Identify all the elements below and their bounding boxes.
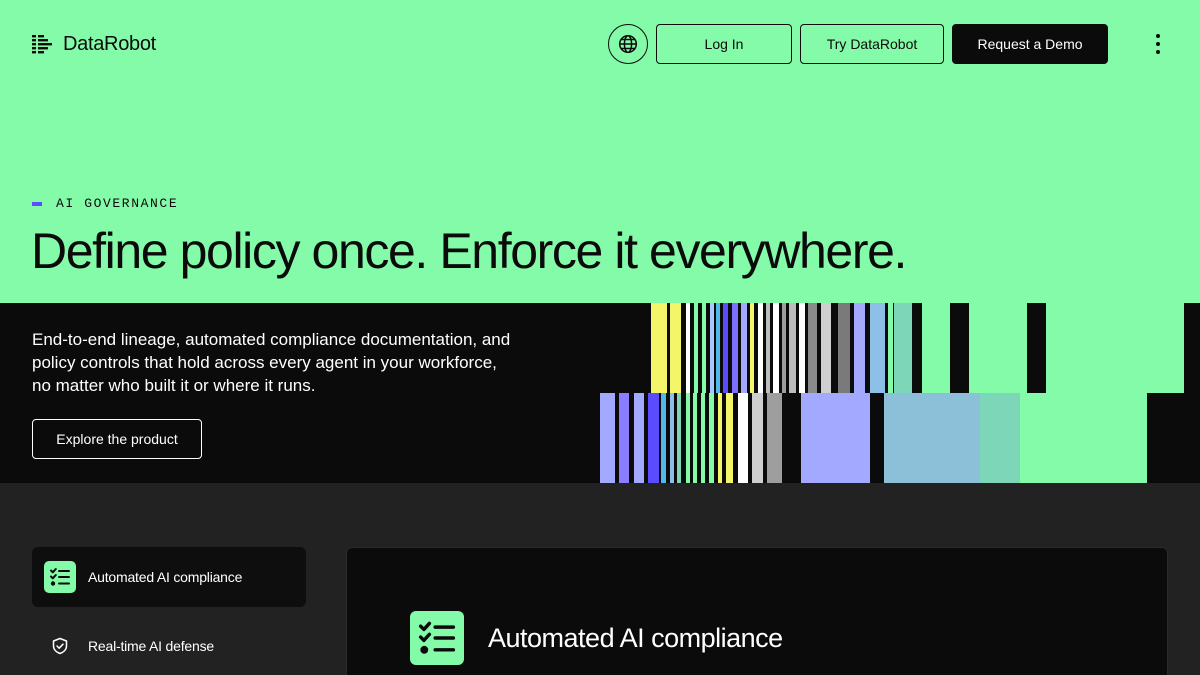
page-title: Define policy once. Enforce it everywher… [31,223,907,279]
explore-product-button[interactable]: Explore the product [32,419,202,459]
feature-panel-title: Automated AI compliance [488,623,783,653]
features-section: Automated AI compliance Real-time AI def… [0,483,1200,675]
sidebar-item-realtime-defense[interactable]: Real-time AI defense [32,616,306,675]
kebab-menu-icon[interactable] [1146,28,1170,60]
logo[interactable]: DataRobot [32,33,156,56]
logo-text: DataRobot [63,33,156,55]
hero-description: End-to-end lineage, automated compliance… [32,330,511,395]
shield-check-icon [44,630,76,662]
sidebar-item-automated-compliance[interactable]: Automated AI compliance [32,547,306,607]
feature-panel: Automated AI compliance [346,547,1168,675]
globe-icon [618,34,638,54]
language-button[interactable] [608,24,648,64]
hero-top: DataRobot Log In Try DataRobot Request a… [0,0,1200,303]
hero-band: End-to-end lineage, automated compliance… [0,303,1200,483]
eyebrow: AI GOVERNANCE [32,196,178,211]
sidebar-item-label: Automated AI compliance [88,569,243,585]
eyebrow-marker [32,201,42,206]
request-demo-button[interactable]: Request a Demo [952,24,1108,64]
logo-icon [32,34,52,53]
sidebar-item-label: Real-time AI defense [88,638,214,654]
checklist-icon [44,561,76,593]
login-button[interactable]: Log In [656,24,792,64]
eyebrow-text: AI GOVERNANCE [56,196,179,211]
try-datarobot-button[interactable]: Try DataRobot [800,24,944,64]
checklist-icon [410,611,464,665]
